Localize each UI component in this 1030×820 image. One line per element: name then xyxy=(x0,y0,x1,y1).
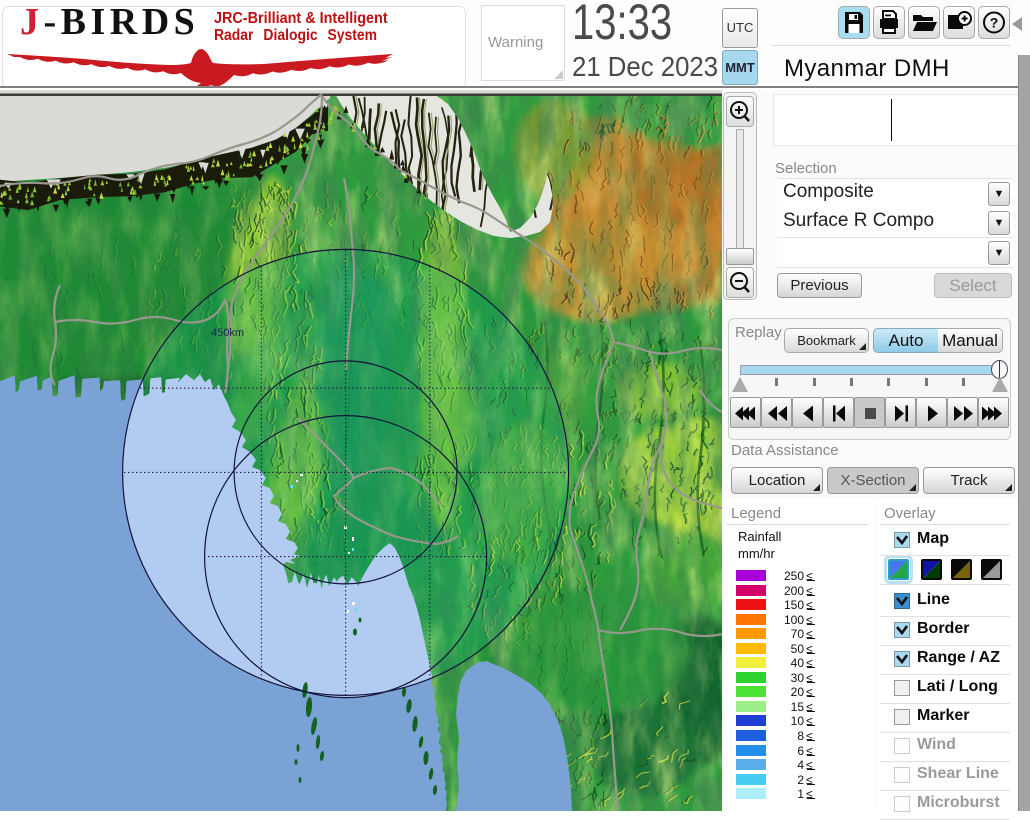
svg-text:450km: 450km xyxy=(211,327,244,339)
svg-text:?: ? xyxy=(990,15,999,31)
